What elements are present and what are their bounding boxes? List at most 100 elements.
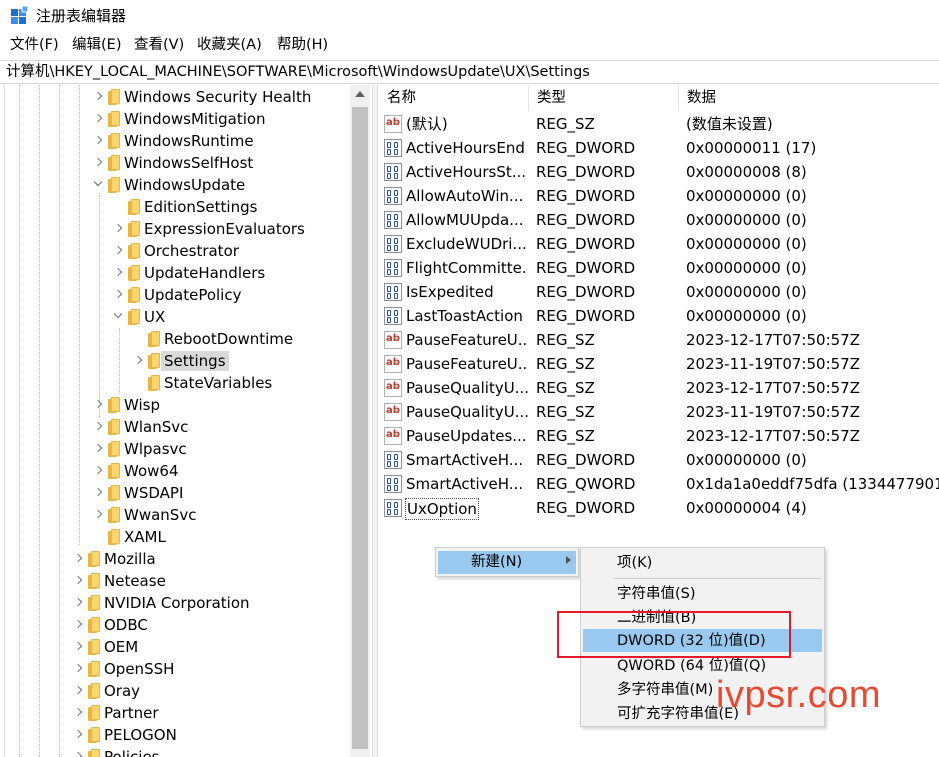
chevron-right-icon[interactable] (114, 224, 124, 234)
chevron-right-icon[interactable] (94, 136, 104, 146)
tree-item-ux[interactable]: UX (5, 306, 357, 328)
menu-view[interactable]: 查看(V) (134, 35, 184, 55)
tree-item-statevariables[interactable]: StateVariables (5, 372, 357, 394)
tree-item-xaml[interactable]: XAML (5, 526, 357, 548)
tree-item-windowsupdate[interactable]: WindowsUpdate (5, 174, 357, 196)
value-row[interactable]: ActiveHoursEnd REG_DWORD 0x00000011 (17) (379, 136, 939, 160)
tree-item-expressionevaluators[interactable]: ExpressionEvaluators (5, 218, 357, 240)
tree-item-wlansvc[interactable]: WlanSvc (5, 416, 357, 438)
submenu-item-0[interactable]: 项(K) (617, 552, 652, 576)
value-row[interactable]: ab PauseFeatureU... REG_SZ 2023-11-19T07:50… (379, 352, 939, 376)
chevron-right-icon[interactable] (74, 730, 84, 740)
chevron-right-icon[interactable] (94, 114, 104, 124)
menu-help[interactable]: 帮助(H) (277, 35, 328, 55)
tree-item-oray[interactable]: Oray (5, 680, 357, 702)
value-row[interactable]: ab PauseQualityU... REG_SZ 2023-12-17T07:50… (379, 376, 939, 400)
value-name: LastToastAction (406, 307, 523, 325)
tree-item-wisp[interactable]: Wisp (5, 394, 357, 416)
tree-item-wsdapi[interactable]: WSDAPI (5, 482, 357, 504)
tree-item-policies[interactable]: Policies (5, 746, 357, 757)
value-row[interactable]: LastToastAction REG_DWORD 0x00000000 (0) (379, 304, 939, 328)
value-row[interactable]: ActiveHoursSt... REG_DWORD 0x00000008 (8) (379, 160, 939, 184)
address-bar[interactable]: 计算机\HKEY_LOCAL_MACHINE\SOFTWARE\Microsof… (0, 60, 939, 84)
column-header-data[interactable]: 数据 (679, 85, 939, 111)
chevron-down-icon[interactable] (94, 180, 104, 190)
chevron-right-icon[interactable] (94, 400, 104, 410)
chevron-right-icon[interactable] (114, 246, 124, 256)
tree-item-windowsruntime[interactable]: WindowsRuntime (5, 130, 357, 152)
value-row[interactable]: IsExpedited REG_DWORD 0x00000000 (0) (379, 280, 939, 304)
tree-item-mozilla[interactable]: Mozilla (5, 548, 357, 570)
submenu-item-1[interactable]: 字符串值(S) (617, 583, 696, 607)
tree-item-openssh[interactable]: OpenSSH (5, 658, 357, 680)
value-row[interactable]: ab PauseFeatureU... REG_SZ 2023-12-17T07:50… (379, 328, 939, 352)
value-name: PauseQualityU... (406, 403, 528, 421)
chevron-right-icon[interactable] (94, 444, 104, 454)
chevron-right-icon[interactable] (74, 686, 84, 696)
menu-edit[interactable]: 编辑(E) (72, 35, 121, 55)
chevron-right-icon[interactable] (74, 576, 84, 586)
tree-item-wlpasvc[interactable]: Wlpasvc (5, 438, 357, 460)
chevron-right-icon[interactable] (114, 268, 124, 278)
tree-item-windows-security-health[interactable]: Windows Security Health (5, 86, 357, 108)
chevron-right-icon[interactable] (74, 642, 84, 652)
binary-value-icon (384, 307, 402, 325)
tree-item-wow64[interactable]: Wow64 (5, 460, 357, 482)
chevron-right-icon[interactable] (94, 466, 104, 476)
tree-item-pelogon[interactable]: PELOGON (5, 724, 357, 746)
chevron-right-icon[interactable] (114, 290, 124, 300)
chevron-right-icon[interactable] (74, 708, 84, 718)
value-row[interactable]: AllowAutoWin... REG_DWORD 0x00000000 (0) (379, 184, 939, 208)
value-row[interactable]: ab PauseUpdates... REG_SZ 2023-12-17T07:50:… (379, 424, 939, 448)
column-header-type[interactable]: 类型 (529, 85, 679, 111)
value-row[interactable]: ExcludeWUDri... REG_DWORD 0x00000000 (0) (379, 232, 939, 256)
tree-item-oem[interactable]: OEM (5, 636, 357, 658)
tree-item-odbc[interactable]: ODBC (5, 614, 357, 636)
tree-item-label: WindowsMitigation (124, 110, 266, 128)
scroll-up-arrow-icon[interactable] (355, 91, 365, 97)
tree-item-label: Partner (104, 704, 159, 722)
value-row[interactable]: AllowMUUpda... REG_DWORD 0x00000000 (0) (379, 208, 939, 232)
chevron-right-icon[interactable] (94, 158, 104, 168)
value-data: 0x00000011 (17) (686, 139, 817, 157)
chevron-down-icon[interactable] (114, 312, 124, 322)
tree-scrollbar[interactable] (350, 85, 370, 757)
tree-item-windowsmitigation[interactable]: WindowsMitigation (5, 108, 357, 130)
value-row[interactable]: ab PauseQualityU... REG_SZ 2023-11-19T07:50… (379, 400, 939, 424)
pane-splitter[interactable] (372, 85, 378, 757)
tree-item-editionsettings[interactable]: EditionSettings (5, 196, 357, 218)
chevron-right-icon[interactable] (94, 422, 104, 432)
scrollbar-thumb[interactable] (352, 107, 368, 749)
chevron-right-icon[interactable] (74, 620, 84, 630)
chevron-right-icon[interactable] (94, 488, 104, 498)
column-header-name[interactable]: 名称 (379, 85, 529, 111)
chevron-right-icon[interactable] (74, 664, 84, 674)
tree-item-orchestrator[interactable]: Orchestrator (5, 240, 357, 262)
tree-item-nvidia-corporation[interactable]: NVIDIA Corporation (5, 592, 357, 614)
chevron-right-icon[interactable] (74, 752, 84, 757)
value-row[interactable]: ab (默认) REG_SZ (数值未设置) (379, 112, 939, 136)
submenu-item-5[interactable]: 多字符串值(M) (617, 679, 713, 703)
chevron-right-icon[interactable] (94, 510, 104, 520)
chevron-right-icon[interactable] (94, 92, 104, 102)
title-bar: 注册表编辑器 (0, 0, 939, 32)
chevron-right-icon[interactable] (134, 356, 144, 366)
context-menu-new[interactable]: 新建(N) (471, 551, 522, 575)
tree-item-rebootdowntime[interactable]: RebootDowntime (5, 328, 357, 350)
tree-item-partner[interactable]: Partner (5, 702, 357, 724)
tree-item-updatehandlers[interactable]: UpdateHandlers (5, 262, 357, 284)
tree-item-settings[interactable]: Settings (5, 350, 357, 372)
menu-file[interactable]: 文件(F) (10, 35, 59, 55)
tree-item-wwansvc[interactable]: WwanSvc (5, 504, 357, 526)
value-row[interactable]: SmartActiveH... REG_QWORD 0x1da1a0eddf75df… (379, 472, 939, 496)
tree-item-netease[interactable]: Netease (5, 570, 357, 592)
menu-favorites[interactable]: 收藏夹(A) (197, 35, 262, 55)
value-row[interactable]: SmartActiveH... REG_DWORD 0x00000000 (0) (379, 448, 939, 472)
key-tree[interactable]: Windows Security Health WindowsMitigation… (4, 85, 370, 757)
tree-item-windowsselfhost[interactable]: WindowsSelfHost (5, 152, 357, 174)
value-row[interactable]: FlightCommitte... REG_DWORD 0x00000000 (0) (379, 256, 939, 280)
tree-item-updatepolicy[interactable]: UpdatePolicy (5, 284, 357, 306)
value-row[interactable]: UxOption REG_DWORD 0x00000004 (4) (379, 496, 939, 520)
chevron-right-icon[interactable] (74, 598, 84, 608)
chevron-right-icon[interactable] (74, 554, 84, 564)
